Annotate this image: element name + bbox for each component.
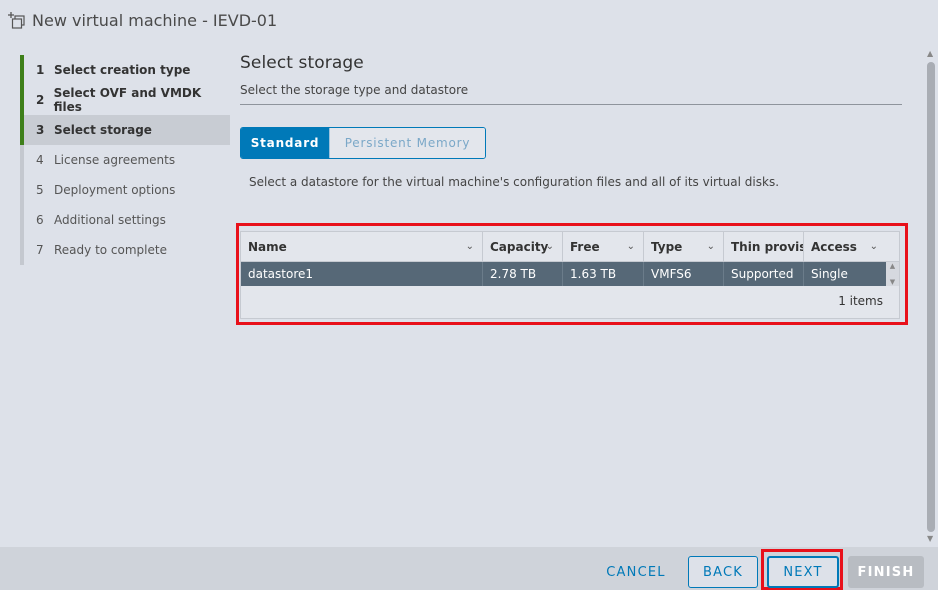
scroll-up-icon[interactable]: ▲ [927, 49, 933, 58]
step-label: License agreements [54, 153, 176, 167]
page-scrollbar[interactable]: ▲ ▼ [924, 45, 938, 547]
step-select-storage[interactable]: 3 Select storage [20, 115, 230, 145]
cell-type: VMFS6 [644, 262, 724, 286]
table-row[interactable]: datastore1 2.78 TB 1.63 TB VMFS6 Support… [241, 262, 886, 286]
chevron-down-icon[interactable]: ⌄ [627, 241, 635, 252]
grid-header: Name ⌄ Capacity ⌄ Free ⌄ Type ⌄ Thin pro… [241, 232, 899, 262]
scroll-down-icon[interactable]: ▼ [890, 278, 895, 286]
step-select-creation-type[interactable]: 1 Select creation type [20, 55, 230, 85]
column-label: Type [651, 239, 683, 254]
step-number: 3 [36, 123, 45, 137]
tab-standard[interactable]: Standard [241, 128, 329, 158]
step-label: Select OVF and VMDK files [53, 86, 202, 114]
cell-free: 1.63 TB [563, 262, 644, 286]
scrollbar-thumb[interactable] [927, 62, 935, 532]
datastore-description: Select a datastore for the virtual machi… [249, 175, 780, 189]
scroll-down-icon[interactable]: ▼ [927, 534, 933, 543]
column-label: Access [811, 239, 857, 254]
wizard-steps-list: 1 Select creation type 2 Select OVF and … [20, 55, 230, 265]
tab-persistent-memory[interactable]: Persistent Memory [329, 128, 485, 158]
finish-button: FINISH [848, 556, 924, 588]
next-button[interactable]: NEXT [767, 556, 839, 588]
chevron-down-icon[interactable]: ⌄ [546, 241, 554, 252]
column-label: Free [570, 239, 600, 254]
title-bar: New virtual machine - IEVD-01 [0, 0, 938, 40]
cell-access: Single [811, 267, 848, 281]
step-number: 4 [36, 153, 44, 167]
step-number: 5 [36, 183, 44, 197]
column-type[interactable]: Type ⌄ [644, 232, 724, 261]
cell-capacity: 2.78 TB [483, 262, 563, 286]
step-label: Select creation type [54, 63, 191, 77]
column-label: Thin provisioning [731, 239, 804, 254]
column-label: Name [248, 239, 287, 254]
main-panel: Select storage Select the storage type a… [230, 45, 924, 547]
chevron-down-icon[interactable]: ⌄ [707, 241, 715, 252]
window-title: New virtual machine - IEVD-01 [32, 10, 278, 30]
step-label: Ready to complete [54, 243, 167, 257]
page-title: Select storage [240, 53, 364, 73]
column-label: Capacity [490, 239, 549, 254]
column-free[interactable]: Free ⌄ [563, 232, 644, 261]
step-select-ovf-vmdk[interactable]: 2 Select OVF and VMDK files [20, 85, 230, 115]
step-number: 7 [36, 243, 44, 257]
step-number: 1 [36, 63, 45, 77]
scroll-up-icon[interactable]: ▲ [890, 262, 895, 270]
chevron-down-icon[interactable]: ⌄ [870, 241, 878, 252]
cancel-button[interactable]: CANCEL [596, 556, 676, 588]
page-subtitle: Select the storage type and datastore [240, 83, 469, 97]
column-thin-provisioning[interactable]: Thin provisioning [724, 232, 804, 261]
step-number: 6 [36, 213, 44, 227]
step-license-agreements: 4 License agreements [20, 145, 230, 175]
wizard-steps-sidebar: 1 Select creation type 2 Select OVF and … [0, 45, 230, 547]
grid-scrollbar[interactable]: ▲ ▼ [886, 262, 899, 286]
column-name[interactable]: Name ⌄ [241, 232, 483, 261]
step-ready-to-complete: 7 Ready to complete [20, 235, 230, 265]
step-label: Deployment options [54, 183, 176, 197]
back-button[interactable]: BACK [688, 556, 758, 588]
header-divider [240, 104, 902, 105]
step-deployment-options: 5 Deployment options [20, 175, 230, 205]
datastore-grid: Name ⌄ Capacity ⌄ Free ⌄ Type ⌄ Thin pro… [240, 231, 900, 319]
new-vm-icon [6, 9, 28, 31]
chevron-down-icon[interactable]: ⌄ [466, 241, 474, 252]
step-label: Select storage [54, 123, 152, 137]
column-capacity[interactable]: Capacity ⌄ [483, 232, 563, 261]
step-additional-settings: 6 Additional settings [20, 205, 230, 235]
step-number: 2 [36, 93, 45, 107]
grid-footer-count: 1 items [838, 294, 883, 308]
storage-type-toggle: Standard Persistent Memory [240, 127, 486, 159]
cell-name: datastore1 [241, 262, 483, 286]
column-access[interactable]: Access ⌄ [804, 232, 886, 261]
step-label: Additional settings [54, 213, 166, 227]
cell-thin-provisioning: Supported [724, 262, 804, 286]
